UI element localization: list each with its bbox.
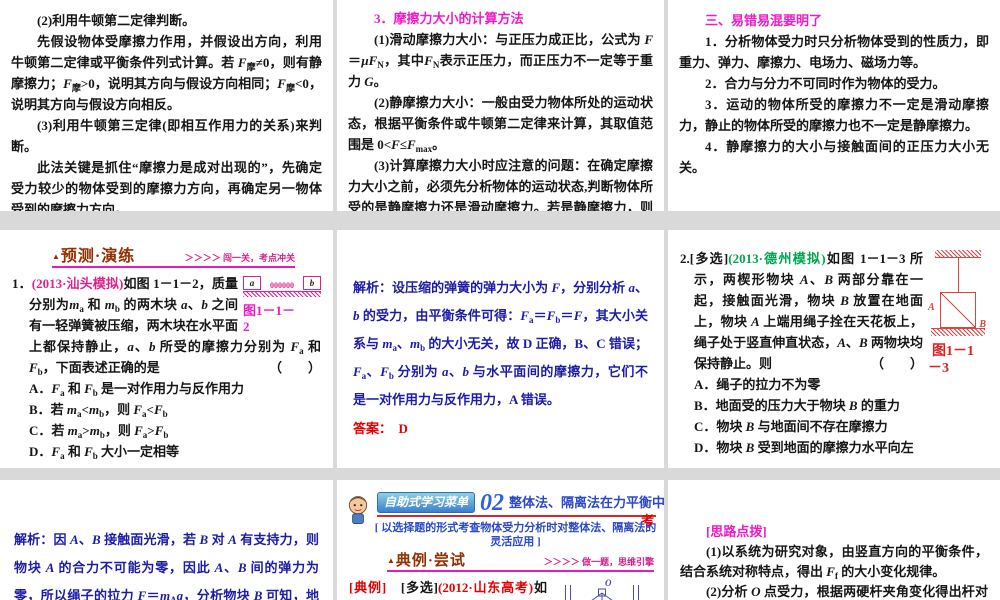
question-2-block: A B 图1－1 －3 2.[多选](2013·德州模拟)如图 1－1－3 所示…	[680, 248, 988, 458]
unit-header: 自助式学习菜单 02 整体法、隔离法在力平衡中的应用 3年4 考	[377, 489, 664, 528]
ornament-icon: ▲	[387, 556, 396, 565]
slides-page: (2)利用牛顿第二定律判断。 先假设物体受摩擦力作用，并假设出方向，利用牛顿第二…	[0, 0, 1000, 600]
banner-tagline: ＞＞＞＞ 闯一关，考点冲关	[184, 253, 295, 263]
paragraph: (1)滑动摩擦力大小：与正压力成正比，公式为 F＝μFN，其中FN表示正压力，而…	[348, 32, 653, 89]
list-item: 4．静摩擦力的大小与接触面间的正压力大小无关。	[679, 139, 989, 175]
slide-analysis-question-1: 解析：设压缩的弹簧的弹力大小为 F，分别分析 a、b 的受力，由平衡条件可得：F…	[337, 230, 664, 468]
exam-frequency-suffix: 考	[640, 513, 654, 528]
rope-line	[957, 258, 959, 292]
exam-scope-note: [ 以选择题的形式考查物体受力分析时对整体法、隔离法的灵活应用 ]	[374, 522, 657, 548]
label-b: B	[979, 319, 986, 330]
list-item: 2．合力与分力不可同时作为物体的受力。	[705, 76, 946, 91]
block-a: a	[243, 276, 261, 290]
list-item: 3．运动的物体所受的摩擦力不一定是滑动摩擦力，静止的物体所受的摩擦力也不一定是静…	[679, 97, 989, 133]
ground-hatch	[931, 328, 985, 336]
banner-title: ▲典例·尝试	[387, 553, 466, 569]
section-banner: ▲典例·尝试 ＞＞＞＞ 做一题，思维引擎	[387, 552, 654, 572]
figure-caption: 图1－1－ 2	[243, 303, 296, 334]
section-title: 3．摩擦力大小的计算方法	[374, 11, 524, 26]
option-c: C．物块 B 与地面间不存在摩擦力	[694, 419, 888, 434]
slide-friction-calculation: 3．摩擦力大小的计算方法 (1)滑动摩擦力大小：与正压力成正比，公式为 F＝μF…	[337, 0, 664, 211]
tip-step-1: (1)以系统为研究对象，由竖直方向的平衡条件，结合系统对称特点，得出 Ff 的大…	[680, 544, 988, 581]
blocks-spring-drawing: a 000000 b	[243, 276, 321, 290]
rods-drawing	[591, 588, 613, 600]
option-b: B．地面受的压力大于物块 B 的重力	[694, 398, 900, 413]
option-d: D．Fa 和 Fb 大小一定相等	[29, 444, 180, 461]
ceiling-hatch	[935, 250, 981, 258]
unit-title: 整体法、隔离法在力平衡中的应用	[509, 495, 664, 510]
section-title: 三、易错易混要明了	[705, 13, 823, 28]
slide-thinking-tips: [思路点拨] (1)以系统为研究对象，由竖直方向的平衡条件，结合系统对称特点，得…	[668, 480, 1000, 600]
question-1-block: a 000000 b 图1－1－ 2 1．(2013·汕头模拟)如图 1－1－2…	[12, 273, 321, 462]
paragraph: (3)计算摩擦力大小时应注意的问题：在确定摩擦力大小之前，必须先分析物体的运动状…	[348, 158, 653, 211]
figure-caption: 图1－1 －3	[928, 344, 974, 376]
block-b: b	[303, 276, 321, 290]
option-d: D．物块 B 受到地面的摩擦力水平向左	[694, 440, 914, 455]
banner-tagline: ＞＞＞＞ 做一题，思维引擎	[543, 557, 654, 567]
slide-common-mistakes: 三、易错易混要明了 1．分析物体受力时只分析物体受到的性质力，即重力、弹力、摩擦…	[668, 0, 1000, 211]
tip-step-2: (2)分析 O 点受力，根据两硬杆夹角变化得出杆对 m 弹力	[706, 584, 988, 599]
wedge-blocks-drawing: A B	[928, 292, 986, 330]
option-c: C．若 ma>mb，则 Fa>Fb	[29, 423, 169, 440]
section-banner: ▲预测·演练 ＞＞＞＞ 闯一关，考点冲关	[52, 248, 295, 268]
analysis-text: 解析：设压缩的弹簧的弹力大小为 F，分别分析 a、b 的受力，由平衡条件可得：F…	[353, 280, 648, 407]
ornament-icon: ▲	[52, 252, 61, 261]
label-a: A	[928, 302, 935, 313]
menu-number: 02	[480, 489, 505, 516]
paragraph: (3)利用牛顿第三定律(即相互作用力的关系)来判断。	[11, 118, 322, 154]
mascot-icon	[348, 496, 368, 525]
example-block: 挡板 挡板 m m O O1 O2 [典例] [多选](2012·山东高考)如图…	[337, 575, 664, 600]
figure-1-1-2: a 000000 b 图1－1－ 2	[243, 276, 321, 335]
option-b: B．若 ma<mb，则 Fa<Fb	[29, 402, 168, 419]
option-a: A．绳子的拉力不为零	[694, 377, 821, 392]
slide-learning-menu-02: 自助式学习菜单 02 整体法、隔离法在力平衡中的应用 3年4 考 [ 以选择题的…	[337, 480, 664, 600]
figure-1-1-3: A B 图1－1 －3	[928, 250, 988, 377]
paragraph: (2)利用牛顿第二定律判断。	[37, 13, 196, 28]
point-o-label: O	[605, 578, 612, 588]
ground-hatch	[243, 291, 321, 297]
menu-badge: 自助式学习菜单	[377, 492, 476, 513]
figure-1-1-4: 挡板 挡板 m m O O1 O2	[552, 578, 652, 600]
banner-title: ▲预测·演练	[52, 248, 136, 265]
paragraph: 先假设物体受摩擦力作用，并假设出方向，利用牛顿第二定律或平衡条件列式计算。若 F…	[11, 34, 322, 112]
answer-line: 答案： D	[353, 421, 408, 436]
tips-label: [思路点拨]	[706, 524, 767, 539]
spring-coil: 000000	[270, 281, 294, 290]
slide-practice-question-1: ▲预测·演练 ＞＞＞＞ 闯一关，考点冲关 a 000000 b 图1－1－ 2 …	[0, 230, 333, 468]
slide-analysis-question-2: 解析：因 A、B 接触面光滑，若 B 对 A 有支持力，则物块 A 的合力不可能…	[0, 480, 333, 600]
analysis-text: 解析：因 A、B 接触面光滑，若 B 对 A 有支持力，则物块 A 的合力不可能…	[14, 532, 319, 600]
paragraph: (2)静摩擦力大小：一般由受力物体所处的运动状态，根据平衡条件或牛顿第二定律来计…	[348, 95, 653, 154]
list-item: 1．分析物体受力时只分析物体受到的性质力，即重力、弹力、摩擦力、电场力、磁场力等…	[679, 34, 989, 70]
paragraph: 此法关键是抓住“摩擦力是成对出现的”，先确定受力较少的物体受到的摩擦力方向，再确…	[11, 160, 322, 211]
option-a: A．Fa 和 Fb 是一对作用力与反作用力	[29, 381, 245, 398]
slide-practice-question-2: A B 图1－1 －3 2.[多选](2013·德州模拟)如图 1－1－3 所示…	[668, 230, 1000, 468]
slide-newton-law-judgement: (2)利用牛顿第二定律判断。 先假设物体受摩擦力作用，并假设出方向，利用牛顿第二…	[0, 0, 333, 211]
